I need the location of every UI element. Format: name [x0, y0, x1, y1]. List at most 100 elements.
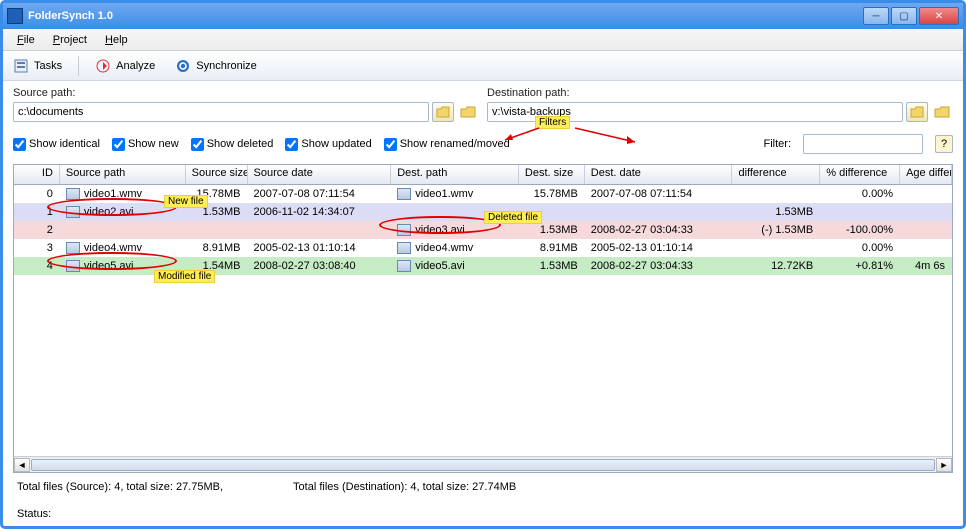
- file-icon: [66, 242, 80, 254]
- grid-header: ID Source path Source size Source date D…: [14, 165, 952, 185]
- table-cell: 1.53MB: [519, 224, 585, 236]
- col-dest-date[interactable]: Dest. date: [585, 165, 733, 184]
- status-label: Status:: [17, 508, 51, 520]
- table-row[interactable]: 4video5.avi1.54MB2008-02-27 03:08:40vide…: [14, 257, 952, 275]
- table-cell: 12.72KB: [732, 260, 820, 272]
- file-icon: [397, 188, 411, 200]
- show-new-checkbox[interactable]: Show new: [112, 138, 179, 151]
- destination-totals: Total files (Destination): 4, total size…: [293, 481, 516, 493]
- table-cell: 8.91MB: [519, 242, 585, 254]
- col-source-date[interactable]: Source date: [248, 165, 392, 184]
- table-row[interactable]: 0video1.wmv15.78MB2007-07-08 07:11:54vid…: [14, 185, 952, 203]
- status-bar: Status:: [13, 505, 953, 522]
- table-cell: 4m 6s: [900, 260, 952, 272]
- show-renamed-checkbox[interactable]: Show renamed/moved: [384, 138, 510, 151]
- table-cell: 1.53MB: [519, 260, 585, 272]
- comparison-grid: ID Source path Source size Source date D…: [13, 164, 953, 473]
- table-cell: +0.81%: [820, 260, 900, 272]
- filter-input[interactable]: [803, 134, 923, 154]
- sync-label: Synchronize: [196, 60, 257, 72]
- col-source-path[interactable]: Source path: [60, 165, 186, 184]
- table-cell: 0: [14, 188, 60, 200]
- table-cell: 2008-02-27 03:08:40: [248, 260, 392, 272]
- table-cell: video2.avi: [60, 206, 186, 218]
- col-pct-difference[interactable]: % difference: [820, 165, 900, 184]
- table-cell: 1.53MB: [732, 206, 820, 218]
- destination-path-input[interactable]: [487, 102, 903, 122]
- close-button[interactable]: ✕: [919, 7, 959, 25]
- destination-browse-button[interactable]: [931, 102, 953, 122]
- sync-icon: [175, 58, 191, 74]
- table-cell: 15.78MB: [519, 188, 585, 200]
- col-id[interactable]: ID: [14, 165, 60, 184]
- tasks-label: Tasks: [34, 60, 62, 72]
- col-dest-path[interactable]: Dest. path: [391, 165, 519, 184]
- table-cell: video5.avi: [391, 260, 519, 272]
- filters-arrow-right-icon: [573, 126, 643, 146]
- show-updated-checkbox[interactable]: Show updated: [285, 138, 371, 151]
- toolbar: Tasks Analyze Synchronize: [3, 51, 963, 81]
- table-cell: 0.00%: [820, 188, 900, 200]
- menu-file[interactable]: File: [9, 32, 43, 48]
- filter-help-button[interactable]: ?: [935, 135, 953, 153]
- col-dest-size[interactable]: Dest. size: [519, 165, 585, 184]
- menu-project[interactable]: Project: [45, 32, 95, 48]
- app-icon: [7, 8, 23, 24]
- table-cell: 2005-02-13 01:10:14: [248, 242, 392, 254]
- table-cell: video3.avi: [391, 224, 519, 236]
- table-cell: 4: [14, 260, 60, 272]
- window-title: FolderSynch 1.0: [28, 10, 863, 22]
- source-path-label: Source path:: [13, 87, 479, 99]
- scroll-left-button[interactable]: ◄: [14, 458, 30, 472]
- show-deleted-checkbox[interactable]: Show deleted: [191, 138, 274, 151]
- analyze-button[interactable]: Analyze: [91, 56, 159, 76]
- table-row[interactable]: 3video4.wmv8.91MB2005-02-13 01:10:14vide…: [14, 239, 952, 257]
- maximize-button[interactable]: ▢: [891, 7, 917, 25]
- file-icon: [66, 188, 80, 200]
- col-age-difference[interactable]: Age differe...: [900, 165, 952, 184]
- table-cell: 15.78MB: [186, 188, 248, 200]
- col-source-size[interactable]: Source size: [186, 165, 248, 184]
- table-cell: 2008-02-27 03:04:33: [585, 224, 733, 236]
- tasks-icon: [13, 58, 29, 74]
- tasks-button[interactable]: Tasks: [9, 56, 66, 76]
- table-cell: 2008-02-27 03:04:33: [585, 260, 733, 272]
- table-cell: video5.avi: [60, 260, 186, 272]
- show-identical-checkbox[interactable]: Show identical: [13, 138, 100, 151]
- table-cell: 1: [14, 206, 60, 218]
- grid-body: 0video1.wmv15.78MB2007-07-08 07:11:54vid…: [14, 185, 952, 456]
- table-row[interactable]: 2video3.avi1.53MB2008-02-27 03:04:33(-) …: [14, 221, 952, 239]
- table-cell: video4.wmv: [391, 242, 519, 254]
- table-cell: 1.53MB: [186, 206, 248, 218]
- table-cell: 0.00%: [820, 242, 900, 254]
- source-browse-dropdown[interactable]: [432, 102, 454, 122]
- destination-browse-dropdown[interactable]: [906, 102, 928, 122]
- table-row[interactable]: 1video2.avi1.53MB2006-11-02 14:34:071.53…: [14, 203, 952, 221]
- table-cell: video4.wmv: [60, 242, 186, 254]
- table-cell: 2006-11-02 14:34:07: [248, 206, 392, 218]
- filter-label: Filter:: [764, 138, 792, 150]
- col-difference[interactable]: difference: [732, 165, 820, 184]
- analyze-label: Analyze: [116, 60, 155, 72]
- file-icon: [66, 206, 80, 218]
- menu-help[interactable]: Help: [97, 32, 136, 48]
- table-cell: 1.54MB: [186, 260, 248, 272]
- source-path-input[interactable]: [13, 102, 429, 122]
- synchronize-button[interactable]: Synchronize: [171, 56, 261, 76]
- table-cell: video1.wmv: [391, 188, 519, 200]
- source-browse-button[interactable]: [457, 102, 479, 122]
- toolbar-separator: [78, 56, 79, 76]
- table-cell: video1.wmv: [60, 188, 186, 200]
- file-icon: [397, 224, 411, 236]
- file-icon: [66, 260, 80, 272]
- horizontal-scrollbar[interactable]: ◄ ►: [14, 456, 952, 472]
- table-cell: 2007-07-08 07:11:54: [585, 188, 733, 200]
- file-icon: [397, 242, 411, 254]
- table-cell: 2: [14, 224, 60, 236]
- scroll-right-button[interactable]: ►: [936, 458, 952, 472]
- minimize-button[interactable]: ─: [863, 7, 889, 25]
- table-cell: 2005-02-13 01:10:14: [585, 242, 733, 254]
- menubar: File Project Help: [3, 29, 963, 51]
- analyze-icon: [95, 58, 111, 74]
- scroll-thumb[interactable]: [31, 459, 935, 471]
